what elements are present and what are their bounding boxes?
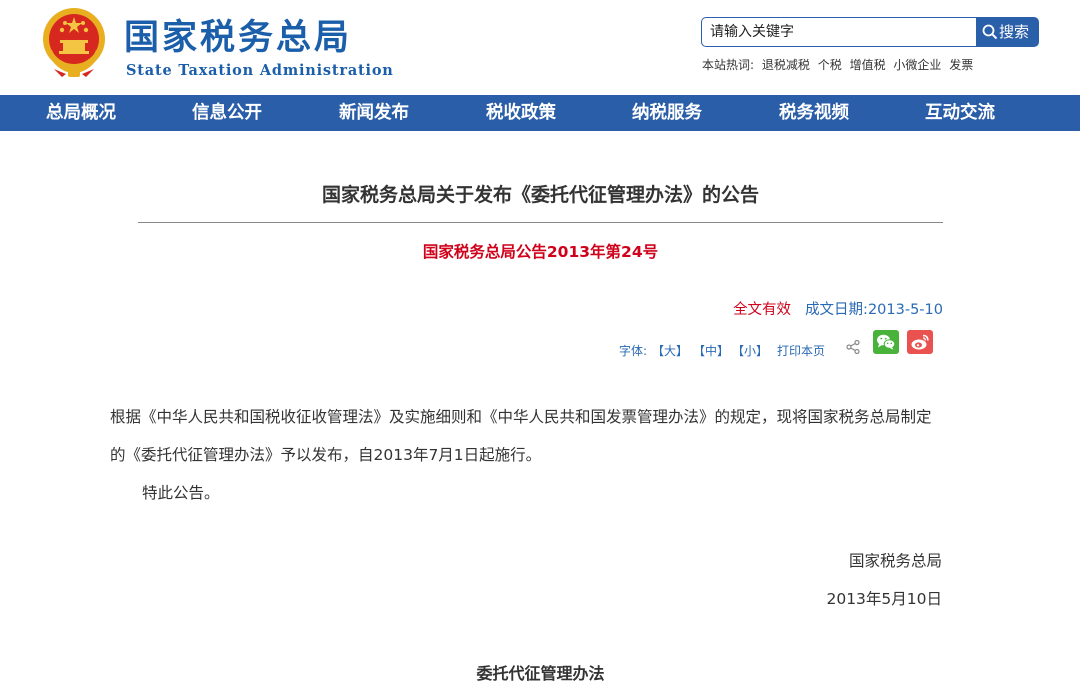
body-paragraph: 根据《中华人民共和国税收征收管理法》及实施细则和《中华人民共和国发票管理办法》的… bbox=[110, 408, 932, 464]
font-medium-button[interactable]: 【中】 bbox=[693, 342, 729, 359]
article-title: 国家税务总局关于发布《委托代征管理办法》的公告 bbox=[321, 184, 759, 206]
hot-words: 本站热词: 退税减税 个税 增值税 小微企业 发票 bbox=[702, 56, 977, 73]
hot-word-link[interactable]: 增值税 bbox=[850, 58, 886, 72]
nav-item-news[interactable]: 新闻发布 bbox=[339, 95, 409, 131]
attachment-title: 委托代征管理办法 bbox=[476, 664, 605, 683]
nav-item-tax-video[interactable]: 税务视频 bbox=[779, 95, 849, 131]
national-emblem-icon[interactable] bbox=[40, 6, 108, 78]
hot-word-link[interactable]: 退税减税 bbox=[762, 58, 810, 72]
article-date: 成文日期:2013-5-10 bbox=[805, 302, 943, 318]
wechat-icon bbox=[877, 334, 896, 350]
body-paragraph: 特此公告。 bbox=[142, 484, 220, 502]
print-page-link[interactable]: 打印本页 bbox=[777, 342, 825, 359]
weibo-share-button[interactable] bbox=[907, 330, 933, 354]
share-icon[interactable] bbox=[845, 339, 861, 355]
nav-item-overview[interactable]: 总局概况 bbox=[46, 95, 116, 131]
search-button[interactable]: 搜索 bbox=[976, 17, 1039, 47]
document-number: 国家税务总局公告2013年第24号 bbox=[422, 243, 659, 261]
signature-date: 2013年5月10日 bbox=[826, 590, 942, 608]
signature-org: 国家税务总局 bbox=[848, 552, 942, 570]
font-large-button[interactable]: 【大】 bbox=[652, 342, 688, 359]
title-divider bbox=[138, 222, 943, 223]
font-small-button[interactable]: 【小】 bbox=[732, 342, 768, 359]
validity-status: 全文有效 bbox=[733, 302, 792, 318]
hot-word-link[interactable]: 发票 bbox=[949, 58, 973, 72]
hot-words-label: 本站热词: bbox=[702, 58, 755, 72]
search-input[interactable]: 请输入关键字 bbox=[701, 17, 976, 47]
nav-item-info-disclosure[interactable]: 信息公开 bbox=[192, 95, 262, 131]
nav-item-taxpayer-service[interactable]: 纳税服务 bbox=[632, 95, 702, 131]
nav-item-tax-policy[interactable]: 税收政策 bbox=[486, 95, 556, 131]
search-button-label: 搜索 bbox=[999, 23, 1030, 41]
hot-word-link[interactable]: 个税 bbox=[818, 58, 842, 72]
hot-word-link[interactable]: 小微企业 bbox=[893, 58, 941, 72]
site-title-en[interactable]: State Taxation Administration bbox=[126, 62, 394, 79]
wechat-share-button[interactable] bbox=[873, 330, 899, 354]
site-title-cn[interactable]: 国家税务总局 bbox=[124, 16, 352, 60]
search-icon bbox=[982, 24, 998, 40]
site-header: 国家税务总局 State Taxation Administration 请输入… bbox=[0, 0, 1080, 95]
main-nav: 总局概况 信息公开 新闻发布 税收政策 纳税服务 税务视频 互动交流 bbox=[0, 95, 1080, 131]
article-meta: 全文有效 成文日期:2013-5-10 bbox=[733, 298, 943, 319]
weibo-icon bbox=[911, 334, 929, 350]
nav-item-interaction[interactable]: 互动交流 bbox=[925, 95, 995, 131]
font-size-label: 字体: bbox=[619, 344, 648, 358]
article-body: 根据《中华人民共和国税收征收管理法》及实施细则和《中华人民共和国发票管理办法》的… bbox=[110, 398, 942, 512]
